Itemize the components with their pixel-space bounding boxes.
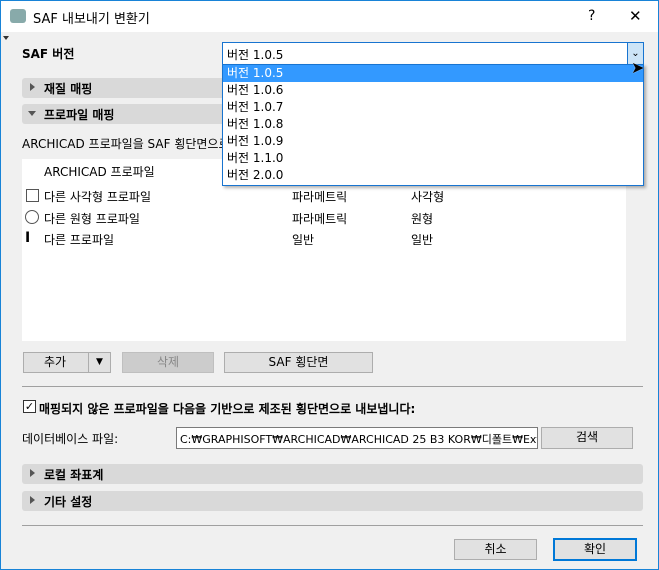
- section-label: 로컬 좌표계: [44, 468, 104, 482]
- option-1-0-5[interactable]: 버전 1.0.5: [223, 65, 643, 82]
- list-item[interactable]: 다른 사각형 프로파일 파라메트릭 사각형: [22, 186, 622, 206]
- list-item[interactable]: 다른 원형 프로파일 파라메트릭 원형: [22, 208, 622, 228]
- option-1-0-8[interactable]: 버전 1.0.8: [223, 116, 643, 133]
- option-1-0-9[interactable]: 버전 1.0.9: [223, 133, 643, 150]
- database-file-input[interactable]: C:₩GRAPHISOFT₩ARCHICAD₩ARCHICAD 25 B3 KO…: [176, 427, 538, 449]
- option-1-1-0[interactable]: 버전 1.1.0: [223, 150, 643, 167]
- saf-version-select[interactable]: 버전 1.0.5 ⌄: [222, 42, 644, 65]
- add-label: 추가: [43, 355, 67, 369]
- dropdown-arrow-icon[interactable]: ▼: [88, 353, 110, 372]
- profile-mapping-list[interactable]: ARCHICAD 프로파일 다른 사각형 프로파일 파라메트릭 사각형 다른 원…: [22, 159, 643, 341]
- section-label: 재질 매핑: [44, 82, 93, 96]
- cancel-button[interactable]: 취소: [454, 539, 537, 560]
- database-file-label: 데이터베이스 파일:: [22, 432, 119, 446]
- list-item[interactable]: I 다른 프로파일 일반 일반: [22, 229, 622, 249]
- profile-name: 다른 프로파일: [44, 233, 115, 247]
- list-scrollbar[interactable]: [626, 159, 643, 341]
- export-unmapped-checkbox[interactable]: ✓: [23, 400, 36, 413]
- circle-profile-icon: [25, 210, 39, 224]
- title-bar: SAF 내보내기 변환기 ? ✕: [1, 1, 658, 32]
- section-label: 기타 설정: [44, 495, 93, 509]
- profile-type: 일반: [292, 233, 315, 247]
- rectangle-profile-icon: [26, 189, 39, 202]
- column-header-archicad-profile[interactable]: ARCHICAD 프로파일: [44, 163, 155, 180]
- divider: [22, 386, 643, 387]
- close-button[interactable]: ✕: [629, 7, 642, 25]
- section-local-coordinates[interactable]: 로컬 좌표계: [22, 464, 643, 484]
- saf-section-button[interactable]: SAF 횡단면: [224, 352, 373, 373]
- profile-description: ARCHICAD 프로파일을 SAF 횡단면으로 매핑: [22, 137, 256, 151]
- option-1-0-7[interactable]: 버전 1.0.7: [223, 99, 643, 116]
- expand-arrow-icon: [30, 83, 35, 91]
- saf-export-dialog: SAF 내보내기 변환기 ? ✕ SAF 버전 버전 1.0.5 ⌄ 재질 매핑…: [0, 0, 659, 570]
- profile-shape: 원형: [411, 212, 434, 226]
- browse-button[interactable]: 검색: [541, 427, 633, 449]
- option-1-0-6[interactable]: 버전 1.0.6: [223, 82, 643, 99]
- collapse-arrow-icon: [28, 111, 36, 116]
- expand-arrow-icon: [30, 469, 35, 477]
- mouse-cursor-icon: ➤: [631, 58, 645, 77]
- i-beam-profile-icon: I: [25, 230, 31, 246]
- saf-version-label: SAF 버전: [22, 47, 75, 61]
- add-button[interactable]: 추가 ▼: [23, 352, 111, 373]
- database-file-path: C:₩GRAPHISOFT₩ARCHICAD₩ARCHICAD 25 B3 KO…: [180, 433, 538, 446]
- window-title: SAF 내보내기 변환기: [33, 12, 150, 27]
- profile-type: 파라메트릭: [292, 190, 348, 204]
- section-other-settings[interactable]: 기타 설정: [22, 491, 643, 511]
- ok-button[interactable]: 확인: [553, 538, 637, 561]
- divider: [22, 525, 643, 526]
- help-button[interactable]: ?: [588, 8, 595, 24]
- profile-name: 다른 사각형 프로파일: [44, 190, 151, 204]
- profile-shape: 사각형: [411, 190, 445, 204]
- profile-name: 다른 원형 프로파일: [44, 212, 140, 226]
- app-icon: [10, 9, 26, 23]
- delete-button[interactable]: 삭제: [122, 352, 214, 373]
- expand-arrow-icon: [30, 496, 35, 504]
- option-2-0-0[interactable]: 버전 2.0.0: [223, 167, 643, 184]
- profile-type: 파라메트릭: [292, 212, 348, 226]
- profile-shape: 일반: [411, 233, 434, 247]
- saf-version-value: 버전 1.0.5: [227, 48, 284, 62]
- saf-version-dropdown-list[interactable]: 버전 1.0.5 버전 1.0.6 버전 1.0.7 버전 1.0.8 버전 1…: [222, 64, 644, 186]
- export-unmapped-label: 매핑되지 않은 프로파일을 다음을 기반으로 제조된 횡단면으로 내보냅니다:: [39, 402, 416, 416]
- section-label: 프로파일 매핑: [44, 108, 115, 122]
- collapse-arrow-icon: [3, 36, 9, 40]
